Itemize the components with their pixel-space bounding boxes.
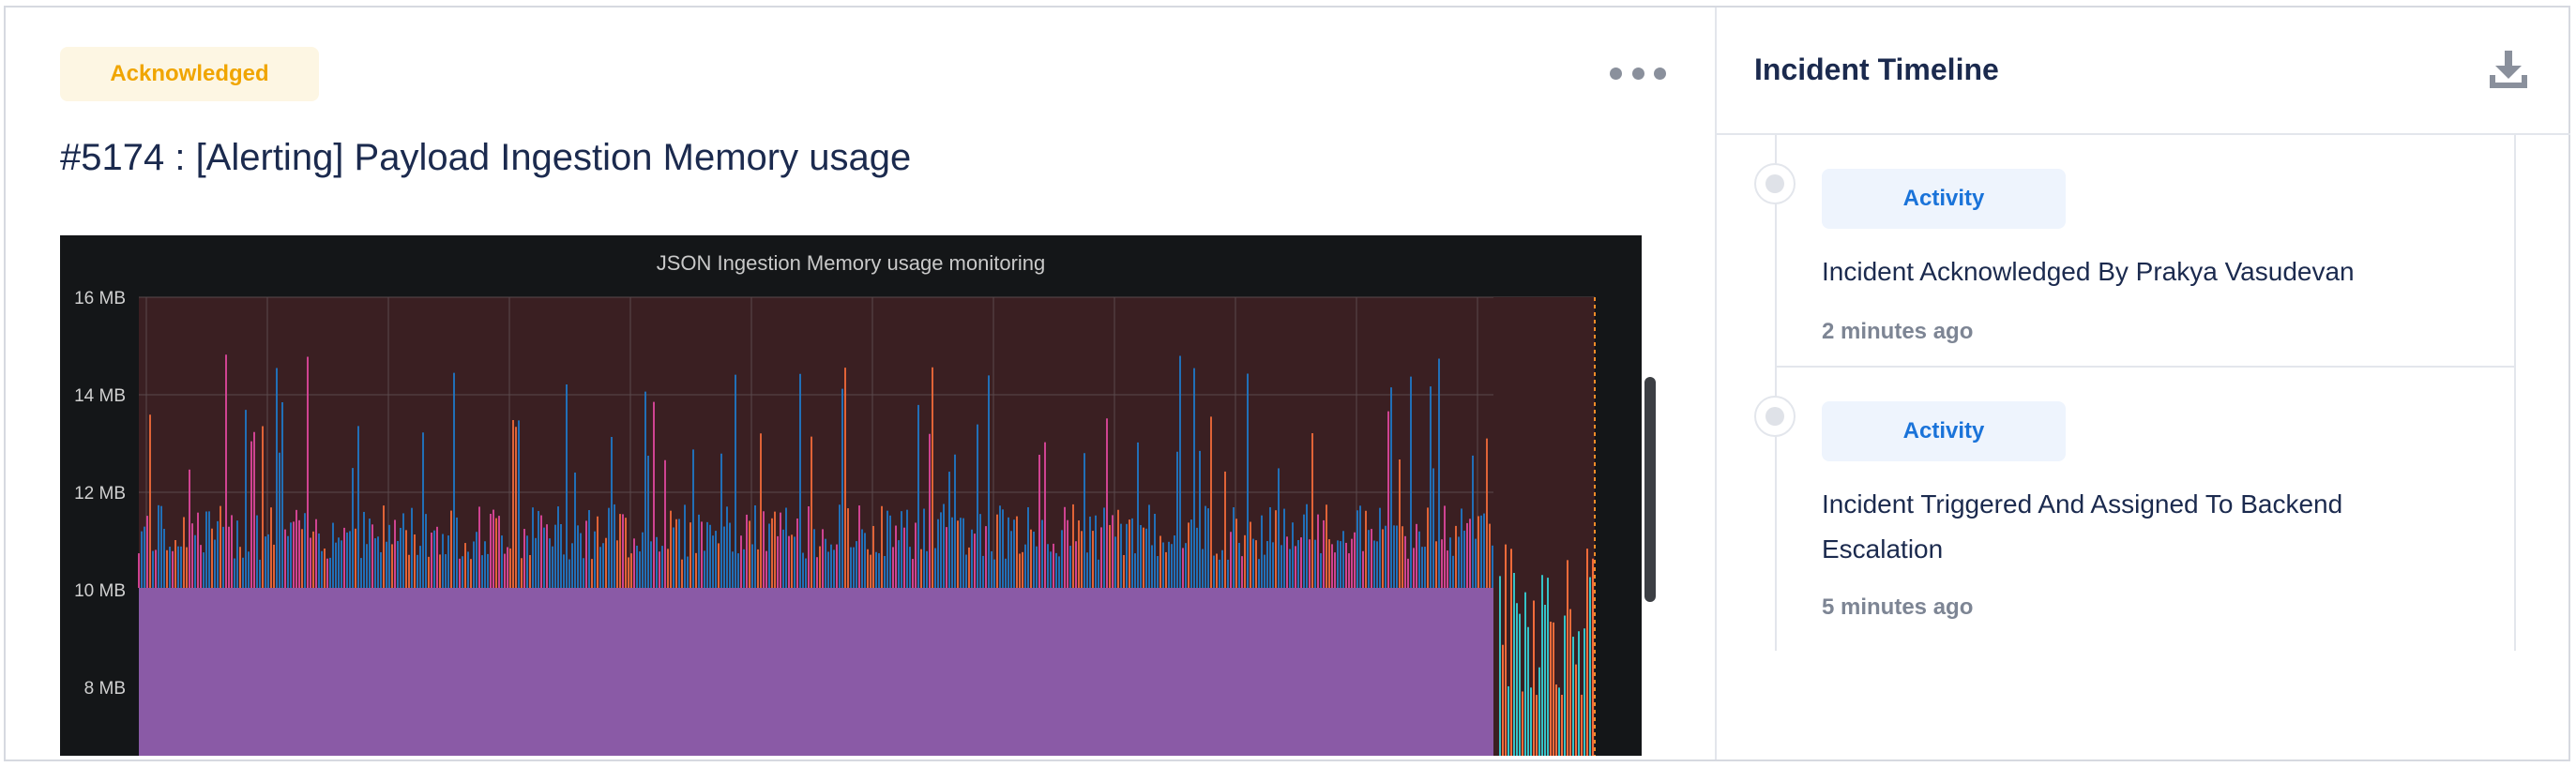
timeline-dot-icon — [1754, 163, 1796, 204]
graph-canvas: JSON Ingestion Memory usage monitoring 1… — [74, 251, 1596, 756]
incident-frame: Acknowledged #5174 : [Alerting] Payload … — [4, 6, 2570, 761]
status-badge: Acknowledged — [60, 47, 319, 101]
incident-timeline-panel: Incident Timeline Activity Incident Ackn… — [1715, 8, 2570, 759]
download-icon[interactable] — [2486, 47, 2531, 92]
more-dot — [1610, 67, 1622, 80]
scrollbar-thumb[interactable] — [1644, 377, 1656, 602]
y-tick-label: 8 MB — [84, 679, 126, 699]
more-dot — [1631, 67, 1644, 80]
more-dot — [1654, 67, 1666, 80]
activity-tag: Activity — [1822, 401, 2066, 461]
memory-usage-graph: JSON Ingestion Memory usage monitoring 1… — [60, 235, 1642, 756]
y-tick-label: 10 MB — [74, 581, 126, 601]
y-tick-label: 16 MB — [74, 289, 126, 308]
more-options-icon[interactable] — [1610, 56, 1666, 90]
y-tick-label: 12 MB — [74, 484, 126, 504]
incident-title: #5174 : [Alerting] Payload Ingestion Mem… — [60, 137, 912, 178]
timeline-list: Activity Incident Acknowledged By Prakya… — [1717, 135, 2516, 651]
timeline-dot-icon — [1754, 396, 1796, 437]
y-tick-label: 14 MB — [74, 386, 126, 406]
timeline-time: 2 minutes ago — [1822, 319, 1974, 344]
timeline-divider — [1777, 366, 2514, 368]
activity-tag: Activity — [1822, 169, 2066, 229]
timeline-connector — [1775, 135, 1777, 651]
series-area — [139, 588, 1493, 756]
timeline-message: Incident Triggered And Assigned To Backe… — [1822, 489, 2343, 564]
graph-title: JSON Ingestion Memory usage monitoring — [657, 251, 1046, 275]
incident-detail-panel: Acknowledged #5174 : [Alerting] Payload … — [6, 8, 1715, 759]
timeline-title: Incident Timeline — [1754, 53, 1999, 86]
timeline-header: Incident Timeline — [1717, 8, 2570, 135]
timeline-time: 5 minutes ago — [1822, 594, 1974, 620]
timeline-message: Incident Acknowledged By Prakya Vasudeva… — [1822, 257, 2355, 286]
